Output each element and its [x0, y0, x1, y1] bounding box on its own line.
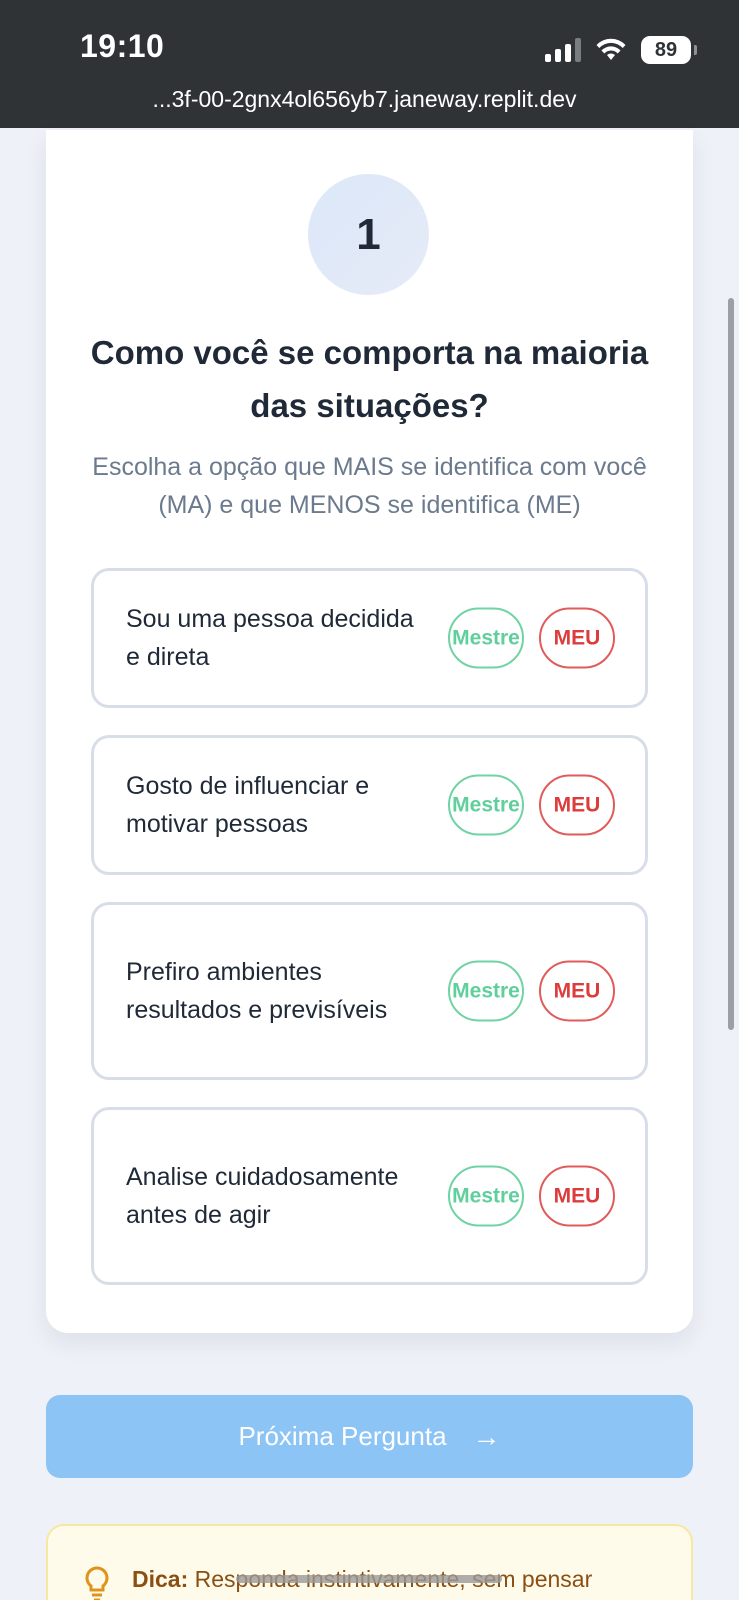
cellular-signal-icon — [545, 38, 581, 62]
question-number-badge: 1 — [308, 174, 429, 295]
least-identifies-button[interactable]: MEU — [539, 607, 615, 669]
most-identifies-button[interactable]: Mestre — [448, 1165, 524, 1227]
least-identifies-button[interactable]: MEU — [539, 1165, 615, 1227]
option-card: Sou uma pessoa decidida e direta Mestre … — [91, 568, 648, 708]
option-buttons: Mestre MEU — [448, 774, 615, 836]
option-label: Gosto de influenciar e motivar pessoas — [126, 772, 370, 838]
arrow-right-icon: → — [472, 1420, 501, 1452]
option-label: Prefiro ambientes resultados e previsíve… — [126, 958, 388, 1024]
home-indicator[interactable] — [236, 1575, 502, 1583]
wifi-icon — [596, 38, 626, 60]
status-icons: 89 — [545, 34, 697, 66]
option-label: Analise cuidadosamente antes de agir — [126, 1163, 399, 1229]
next-question-label: Próxima Pergunta — [238, 1421, 447, 1451]
option-card: Analise cuidadosamente antes de agir Mes… — [91, 1107, 648, 1285]
status-time: 19:10 — [80, 28, 165, 64]
url-bar[interactable]: ...3f-00-2gnx4ol656yb7.janeway.replit.de… — [0, 86, 739, 113]
most-identifies-button[interactable]: Mestre — [448, 774, 524, 836]
page-scrollbar[interactable] — [728, 298, 734, 1030]
battery-indicator: 89 — [641, 36, 697, 64]
option-label: Sou uma pessoa decidida e direta — [126, 605, 414, 671]
question-instructions: Escolha a opção que MAIS se identifica c… — [92, 453, 647, 519]
question-card: 1 Como você se comporta na maioria das s… — [46, 130, 693, 1333]
option-card: Prefiro ambientes resultados e previsíve… — [91, 902, 648, 1080]
option-buttons: Mestre MEU — [448, 607, 615, 669]
least-identifies-button[interactable]: MEU — [539, 960, 615, 1022]
option-card: Gosto de influenciar e motivar pessoas M… — [91, 735, 648, 875]
tip-prefix: Dica: — [132, 1566, 189, 1592]
lightbulb-icon — [85, 1566, 109, 1600]
least-identifies-button[interactable]: MEU — [539, 774, 615, 836]
most-identifies-button[interactable]: Mestre — [448, 960, 524, 1022]
option-buttons: Mestre MEU — [448, 960, 615, 1022]
most-identifies-button[interactable]: Mestre — [448, 607, 524, 669]
browser-status-bar: 19:10 89 ...3f-00-2gnx4ol656yb7.janeway.… — [0, 0, 739, 128]
next-question-button[interactable]: Próxima Pergunta → — [46, 1395, 693, 1478]
option-buttons: Mestre MEU — [448, 1165, 615, 1227]
question-title: Como você se comporta na maioria das sit… — [90, 334, 649, 424]
tip-box: Dica: Responda instintivamente, sem pens… — [46, 1524, 693, 1600]
